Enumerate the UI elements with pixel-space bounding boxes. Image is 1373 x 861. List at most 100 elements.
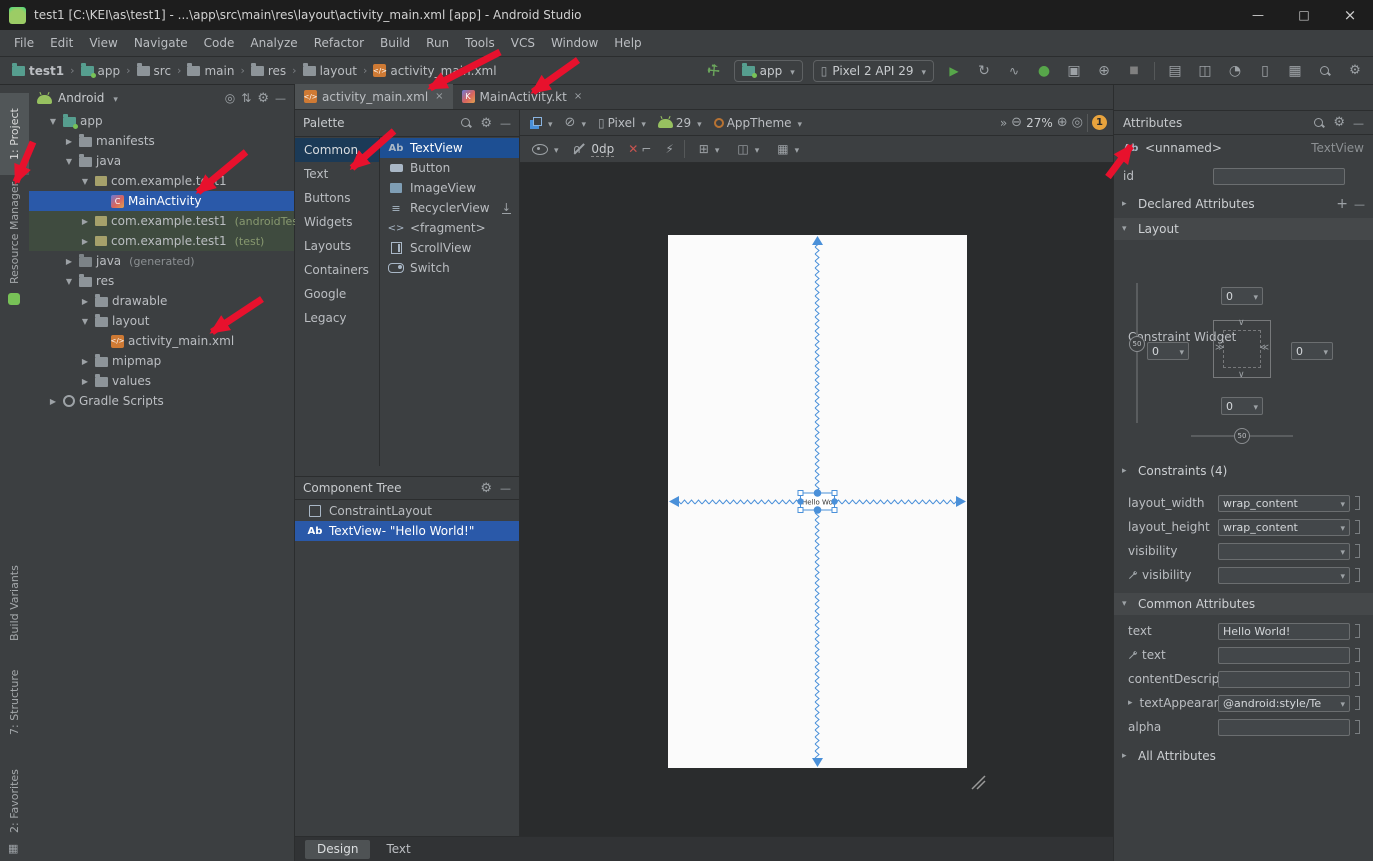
tree-item-mipmap[interactable]: ▶ mipmap (29, 351, 294, 371)
settings-icon[interactable] (1345, 60, 1365, 82)
margin-left-dropdown[interactable]: 0 (1147, 342, 1189, 360)
menu-analyze[interactable]: Analyze (242, 30, 305, 57)
layout-height-dropdown[interactable]: wrap_content (1218, 519, 1350, 536)
section-constraints[interactable]: ▸ Constraints (4) (1114, 460, 1373, 482)
alpha-input[interactable] (1218, 719, 1350, 736)
expand-chevron-icon[interactable]: ▼ (63, 277, 75, 286)
flag-toggle[interactable] (1355, 520, 1360, 534)
expand-chevron-icon[interactable]: ▶ (63, 137, 75, 146)
view-options-select[interactable] (528, 142, 563, 156)
run-configuration-select[interactable]: app (734, 60, 803, 82)
tree-item-mainactivity[interactable]: C MainActivity (29, 191, 294, 211)
palette-category-containers[interactable]: Containers (295, 258, 379, 282)
search-everywhere-icon[interactable] (1315, 60, 1335, 82)
palette-category-buttons[interactable]: Buttons (295, 186, 379, 210)
tools-visibility-dropdown[interactable] (1218, 567, 1350, 584)
margin-right-dropdown[interactable]: 0 (1291, 342, 1333, 360)
menu-run[interactable]: Run (418, 30, 457, 57)
resize-handle[interactable] (832, 508, 837, 513)
flag-toggle[interactable] (1355, 720, 1360, 734)
hide-panel-icon[interactable] (1353, 116, 1364, 130)
layout-inspector-icon[interactable]: ◫ (1195, 60, 1215, 82)
breadcrumb-src[interactable]: src (135, 64, 174, 78)
palette-item-fragment[interactable]: <> <fragment> (380, 218, 519, 238)
tab-mainactivity-kt[interactable]: K MainActivity.kt × (453, 84, 592, 109)
horizontal-bias-knob[interactable]: 50 (1234, 428, 1250, 444)
tree-item-java-generated[interactable]: ▶ java (generated) (29, 251, 294, 271)
menu-build[interactable]: Build (372, 30, 418, 57)
device-manager-icon[interactable]: ▯ (1255, 60, 1275, 82)
tool-window-icon[interactable] (8, 293, 20, 305)
gear-icon[interactable] (257, 91, 269, 106)
device-select[interactable]: ▯ Pixel 2 API 29 (813, 60, 934, 82)
flag-toggle[interactable] (1355, 624, 1360, 638)
expand-chevron-icon[interactable]: ▶ (79, 297, 91, 306)
gear-icon[interactable] (480, 481, 492, 496)
menu-code[interactable]: Code (196, 30, 243, 57)
chevron-down-icon[interactable] (110, 91, 118, 105)
align-select[interactable]: ◫ (733, 142, 763, 156)
id-input[interactable] (1213, 168, 1345, 185)
zoom-out-icon[interactable]: ⊖ (1011, 115, 1022, 130)
default-margin-select[interactable]: 0dp (591, 142, 614, 157)
tree-item-activity-main-xml[interactable]: </> activity_main.xml (29, 331, 294, 351)
add-attribute-button[interactable] (1336, 196, 1348, 212)
expand-chevron-icon[interactable]: ▶ (79, 377, 91, 386)
palette-item-button[interactable]: Button (380, 158, 519, 178)
section-layout[interactable]: ▾ Layout (1114, 218, 1373, 240)
breadcrumb-project[interactable]: test1 (10, 64, 66, 78)
close-tab-icon[interactable]: × (435, 91, 443, 102)
tree-item-manifests[interactable]: ▶ manifests (29, 131, 294, 151)
top-constraint-spring[interactable]: ∨ (1238, 319, 1245, 327)
palette-item-imageview[interactable]: ImageView (380, 178, 519, 198)
flag-toggle[interactable] (1355, 696, 1360, 710)
close-button[interactable]: × (1327, 0, 1373, 30)
text-appearance-dropdown[interactable]: @android:style/Te (1218, 695, 1350, 712)
zoom-to-fit-icon[interactable]: ◎ (1072, 115, 1083, 130)
vertical-bias-knob[interactable]: 50 (1129, 336, 1145, 352)
expand-chevron-icon[interactable]: ▼ (79, 177, 91, 186)
expand-chevron-icon[interactable]: ▶ (79, 357, 91, 366)
pack-select[interactable]: ▦ (773, 142, 803, 156)
tree-item-test-package[interactable]: ▶ com.example.test1 (test) (29, 231, 294, 251)
gear-icon[interactable] (1333, 115, 1345, 130)
expand-chevron-icon[interactable]: ▼ (63, 157, 75, 166)
vertical-bias-track[interactable] (1136, 283, 1138, 423)
project-view-select[interactable]: Android (58, 91, 104, 105)
component-tree-item-textview[interactable]: Ab TextView- "Hello World!" (295, 521, 519, 541)
more-actions-icon[interactable]: » (1000, 116, 1007, 130)
section-all-attributes[interactable]: ▸ All Attributes (1114, 745, 1373, 767)
tree-item-androidtest-package[interactable]: ▶ com.example.test1 (androidTest) (29, 211, 294, 231)
profile-icon[interactable]: ∿ (1004, 60, 1024, 82)
tool-window-build-variants[interactable]: Build Variants (0, 557, 29, 649)
palette-category-text[interactable]: Text (295, 162, 379, 186)
breadcrumb-file[interactable]: </>activity_main.xml (371, 64, 498, 78)
flag-toggle[interactable] (1355, 648, 1360, 662)
text-mode-tab[interactable]: Text (374, 840, 422, 859)
palette-item-textview[interactable]: Ab TextView (380, 138, 519, 158)
tree-item-java[interactable]: ▼ java (29, 151, 294, 171)
flag-toggle[interactable] (1355, 544, 1360, 558)
tool-window-resource-manager[interactable]: Resource Manager (0, 179, 29, 287)
palette-category-common[interactable]: Common (295, 138, 379, 162)
menu-refactor[interactable]: Refactor (306, 30, 372, 57)
logcat-icon[interactable]: ▦ (1285, 60, 1305, 82)
expand-chevron-icon[interactable]: ▼ (47, 117, 59, 126)
expand-chevron-icon[interactable]: ▶ (47, 397, 59, 406)
guidelines-select[interactable]: ⊞ (695, 142, 724, 156)
resize-handle[interactable] (798, 508, 803, 513)
visibility-dropdown[interactable] (1218, 543, 1350, 560)
constraint-anchor-bottom[interactable] (814, 506, 822, 514)
gear-icon[interactable] (480, 116, 492, 131)
menu-view[interactable]: View (81, 30, 125, 57)
expand-chevron-icon[interactable]: ▶ (63, 257, 75, 266)
hide-panel-icon[interactable] (500, 116, 511, 130)
hide-panel-icon[interactable] (500, 481, 511, 495)
constraint-anchor-top[interactable] (814, 489, 822, 497)
section-common-attributes[interactable]: ▾ Common Attributes (1114, 593, 1373, 615)
menu-navigate[interactable]: Navigate (126, 30, 196, 57)
constraint-anchor-left[interactable] (797, 498, 803, 504)
design-mode-tab[interactable]: Design (305, 840, 370, 859)
issue-panel-icon[interactable]: 1 (1092, 115, 1107, 130)
search-icon[interactable] (460, 117, 472, 129)
